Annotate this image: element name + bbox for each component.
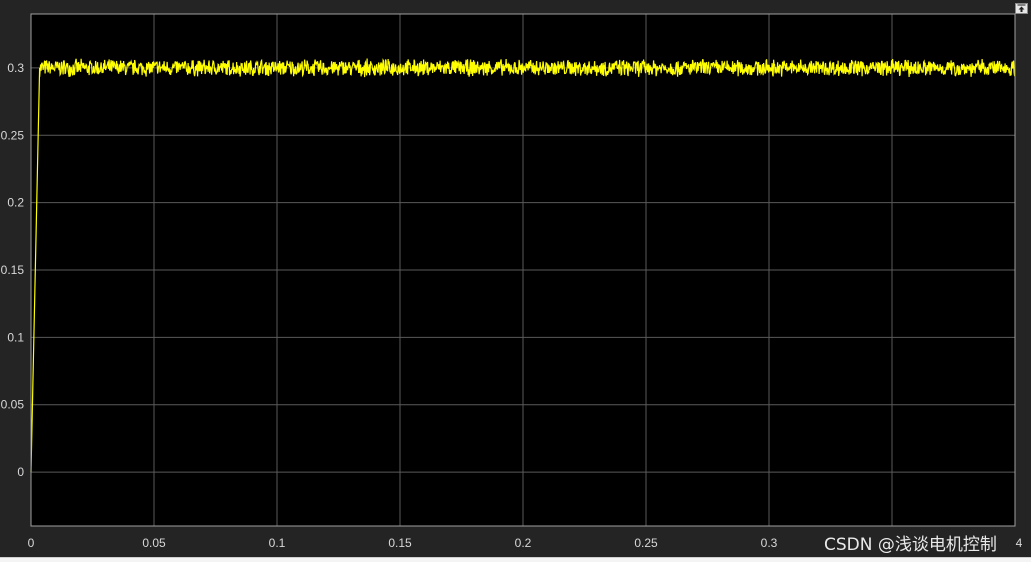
x-tick-label: 0.3 [761,536,778,550]
y-tick-label: 0.2 [7,196,24,210]
y-tick-label: 0.1 [7,330,24,344]
x-tick-label: 0.2 [515,536,532,550]
watermark-text: CSDN @浅谈电机控制 [824,535,997,555]
x-tick-label: 0.25 [634,536,658,550]
x-tick-label: 0.05 [142,536,166,550]
scope-window: 0 0.05 0.1 0.15 0.2 0.25 0.3 4 0 0.05 0.1 0.15 0.2 0… [0,0,1031,558]
x-tick-label: 4 [1016,536,1023,550]
y-tick-label: 0.05 [1,398,25,412]
restore-axes-button[interactable] [1015,3,1028,14]
y-tick-label: 0.3 [7,61,24,75]
y-tick-labels: 0 0.05 0.1 0.15 0.2 0.25 0.3 [1,61,25,479]
y-tick-label: 0.25 [1,128,25,142]
x-tick-label: 0.1 [269,536,286,550]
x-tick-label: 0.15 [388,536,412,550]
window-bottom-edge [0,558,1031,562]
x-tick-label: 0 [28,536,35,550]
y-tick-label: 0.15 [1,263,25,277]
chart-plot: 0 0.05 0.1 0.15 0.2 0.25 0.3 4 00.050.10.150.20… [1,13,1023,550]
restore-axes-icon [1017,4,1026,12]
y-tick-label: 0 [17,465,24,479]
